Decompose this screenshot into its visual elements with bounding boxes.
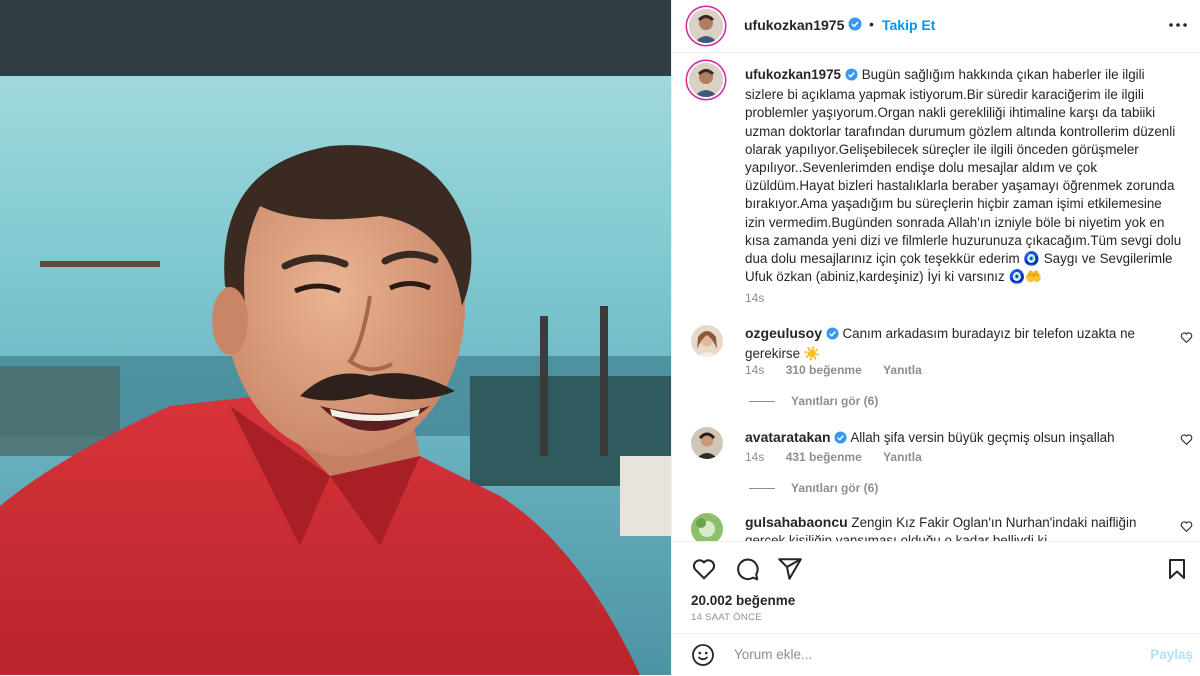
more-options-icon[interactable]	[1167, 14, 1189, 41]
comment-item: ozgeulusoy Canım arkadasım buradayız bir…	[672, 323, 1200, 413]
replies-line	[749, 488, 775, 490]
like-comment-icon[interactable]	[1180, 520, 1193, 538]
commenter-avatar[interactable]	[691, 513, 723, 541]
media-letterbox	[0, 0, 671, 76]
add-comment-bar: Yorum ekle... Paylaş	[672, 633, 1200, 676]
commenter-username[interactable]: gulsahabaoncu	[745, 514, 848, 530]
post-time-ago[interactable]: 14 SAAT ÖNCE	[691, 612, 762, 623]
post-comment-button[interactable]: Paylaş	[1150, 647, 1193, 662]
caption-username[interactable]: ufukozkan1975	[745, 67, 841, 82]
like-comment-icon[interactable]	[1180, 331, 1193, 349]
verified-badge-icon	[845, 68, 858, 86]
comments-scroll-area[interactable]: ufukozkan1975 Bugün sağlığım hakkında çı…	[672, 53, 1200, 541]
comment-icon[interactable]	[734, 556, 760, 587]
comment-meta: 14s 431 beğenme Yanıtla	[745, 450, 940, 464]
caption-timestamp[interactable]: 14s	[745, 291, 764, 305]
like-icon[interactable]	[691, 556, 717, 587]
verified-badge-icon	[834, 431, 847, 449]
header-separator: •	[869, 16, 874, 32]
comment-likes[interactable]: 310 beğenme	[786, 363, 862, 377]
post-caption: ufukozkan1975 Bugün sağlığım hakkında çı…	[745, 66, 1185, 286]
like-comment-icon[interactable]	[1180, 433, 1193, 451]
comment-meta: 14s 310 beğenme Yanıtla	[745, 363, 940, 377]
comment-item: gulsahabaoncu Zengin Kız Fakir Oglan'ın …	[672, 512, 1200, 541]
commenter-username[interactable]: avataratakan	[745, 429, 831, 445]
view-replies-button[interactable]: Yanıtları gör (6)	[749, 394, 878, 408]
post-side-panel: ufukozkan1975 • Takip Et ufukozkan1975 B…	[671, 0, 1200, 675]
comment-item: avataratakan Allah şifa versin büyük geç…	[672, 425, 1200, 505]
post-header: ufukozkan1975 • Takip Et	[672, 0, 1200, 53]
commenter-avatar[interactable]	[691, 427, 723, 459]
reply-button[interactable]: Yanıtla	[883, 450, 922, 464]
post-photo	[0, 76, 671, 675]
likes-count[interactable]: 20.002 beğenme	[691, 593, 795, 608]
comment-text: Allah şifa versin büyük geçmiş olsun inş…	[850, 430, 1115, 445]
commenter-username[interactable]: ozgeulusoy	[745, 325, 822, 341]
follow-button[interactable]: Takip Et	[882, 17, 935, 33]
caption-author-avatar[interactable]	[689, 63, 723, 97]
author-username[interactable]: ufukozkan1975	[744, 17, 844, 33]
post-actions: 20.002 beğenme 14 SAAT ÖNCE	[672, 541, 1200, 638]
verified-badge-icon	[848, 17, 862, 36]
commenter-avatar[interactable]	[691, 325, 723, 357]
share-icon[interactable]	[777, 556, 803, 587]
caption-text: Bugün sağlığım hakkında çıkan haberler i…	[745, 67, 1182, 285]
emoji-icon[interactable]	[691, 643, 715, 672]
comment-input[interactable]: Yorum ekle...	[734, 647, 812, 662]
comment-likes[interactable]: 431 beğenme	[786, 450, 862, 464]
verified-badge-icon	[826, 327, 839, 345]
post-media[interactable]	[0, 0, 671, 675]
replies-line	[749, 401, 775, 403]
author-avatar[interactable]	[689, 9, 723, 43]
comment-time[interactable]: 14s	[745, 363, 764, 377]
view-replies-button[interactable]: Yanıtları gör (6)	[749, 481, 878, 495]
save-icon[interactable]	[1165, 556, 1189, 587]
comment-time[interactable]: 14s	[745, 450, 764, 464]
reply-button[interactable]: Yanıtla	[883, 363, 922, 377]
